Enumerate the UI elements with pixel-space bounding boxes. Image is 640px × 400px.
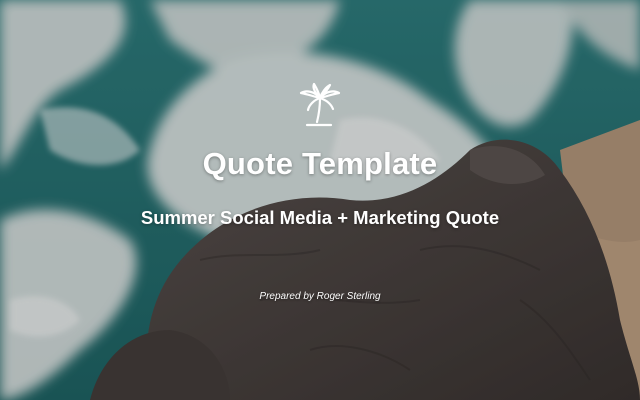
quote-cover: Quote Template Summer Social Media + Mar… bbox=[0, 0, 640, 400]
cover-content: Quote Template Summer Social Media + Mar… bbox=[0, 0, 640, 400]
palm-tree-icon bbox=[299, 82, 341, 127]
page-subtitle: Summer Social Media + Marketing Quote bbox=[140, 207, 500, 228]
prepared-by-text: Prepared by Roger Sterling bbox=[259, 291, 381, 302]
page-title: Quote Template bbox=[202, 146, 438, 181]
